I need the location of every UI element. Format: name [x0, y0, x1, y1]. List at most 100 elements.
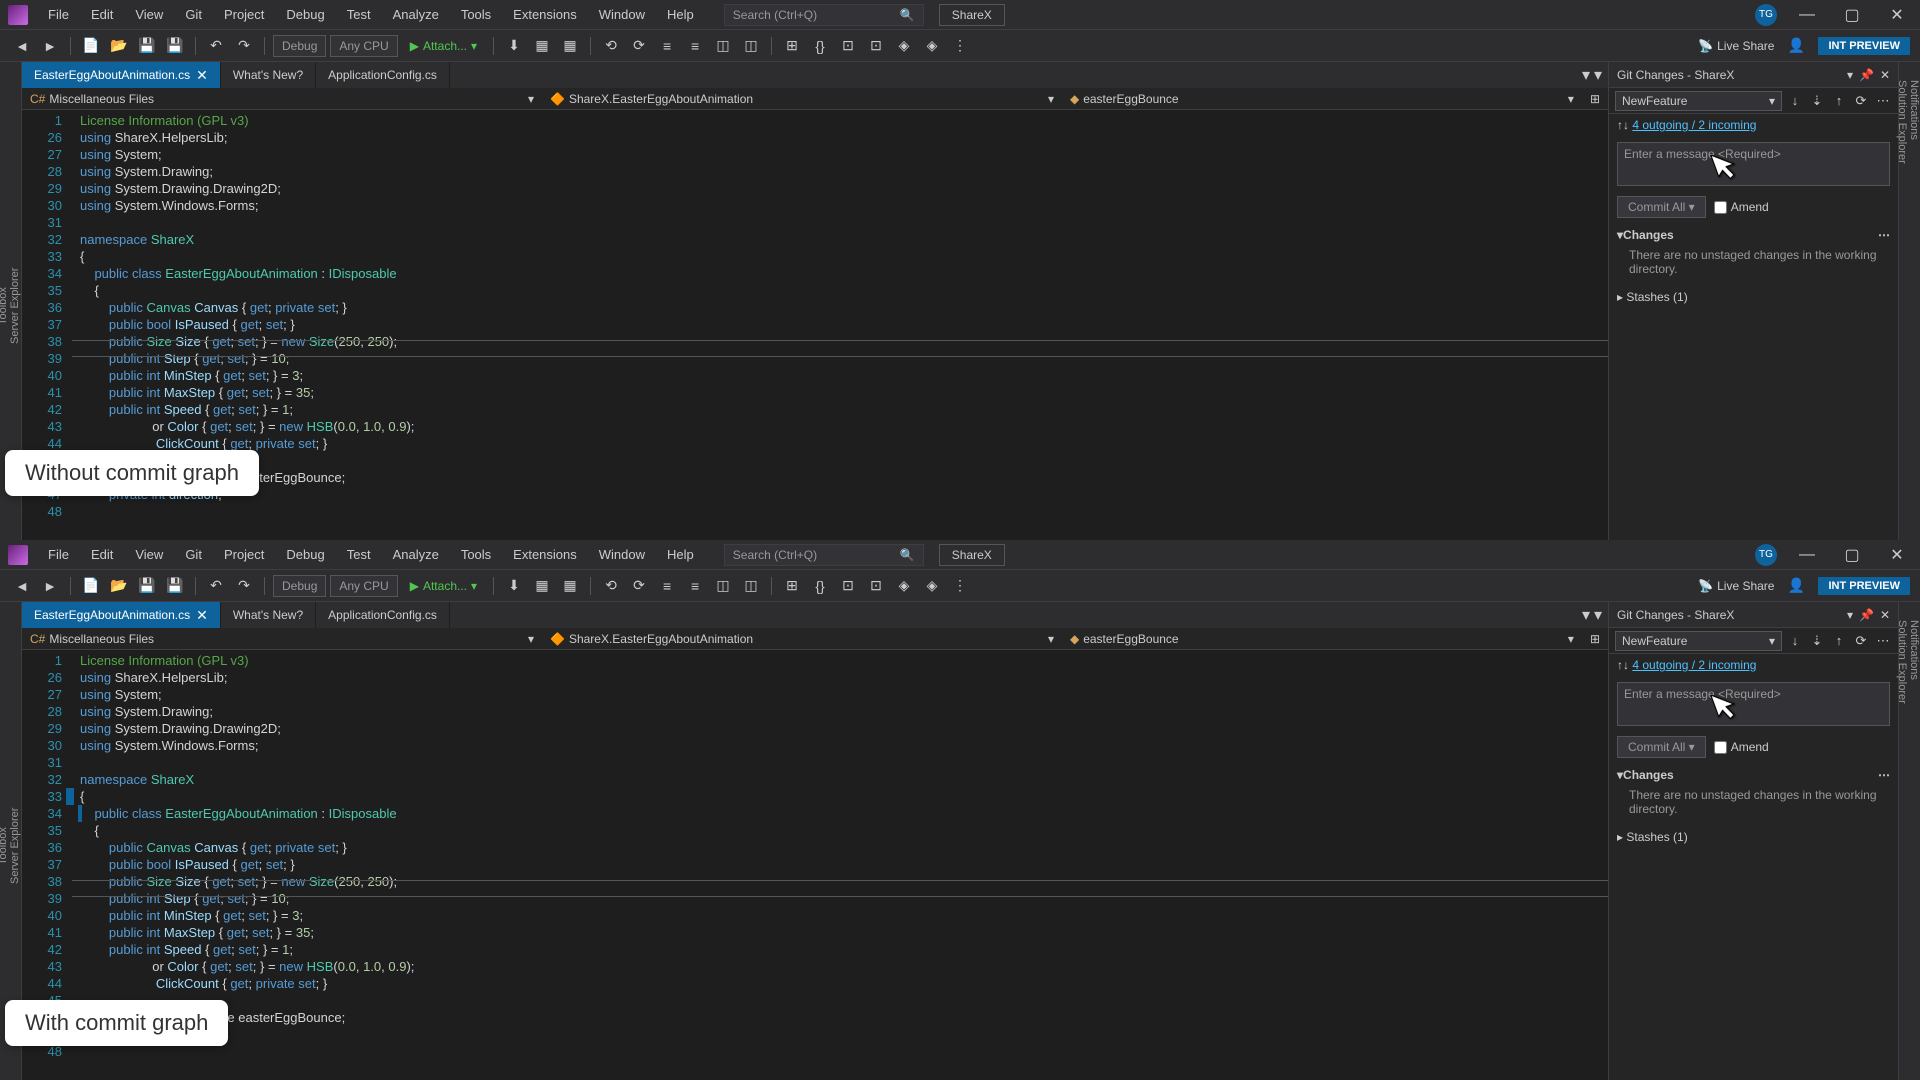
new-file-icon[interactable]: 📄	[79, 574, 103, 598]
menu-file[interactable]: File	[38, 543, 79, 566]
close-panel-icon[interactable]: ✕	[1880, 608, 1890, 622]
tab-what-s-new-[interactable]: What's New?	[221, 602, 316, 628]
amend-checkbox[interactable]: Amend	[1714, 200, 1769, 214]
tab-add-icon[interactable]: ▾	[1594, 65, 1602, 85]
feedback-icon[interactable]: 👤	[1784, 34, 1808, 58]
tb-icon-1[interactable]: ⬇	[502, 574, 526, 598]
changes-section[interactable]: ▾ Changes ⋯	[1609, 762, 1898, 788]
menu-file[interactable]: File	[38, 3, 79, 26]
menu-analyze[interactable]: Analyze	[383, 3, 449, 26]
push-icon[interactable]: ↑	[1830, 93, 1848, 109]
notifications-tab[interactable]: Notifications	[1908, 80, 1920, 532]
redo-icon[interactable]: ↷	[232, 574, 256, 598]
sync-link[interactable]: 4 outgoing / 2 incoming	[1632, 118, 1756, 132]
tb-icon-8[interactable]: ◫	[711, 34, 735, 58]
close-icon[interactable]: ✕	[1882, 545, 1912, 565]
menu-debug[interactable]: Debug	[276, 543, 334, 566]
code-editor[interactable]: 1262728293031323334353637383940414243444…	[22, 650, 1608, 1080]
tb-icon-7[interactable]: ≡	[683, 574, 707, 598]
sync-icon[interactable]: ⟳	[1852, 93, 1870, 109]
tb-icon-7[interactable]: ≡	[683, 34, 707, 58]
split-icon[interactable]: ⊞	[1582, 628, 1608, 649]
feedback-icon[interactable]: 👤	[1784, 574, 1808, 598]
config-dropdown[interactable]: Debug	[273, 35, 326, 57]
menu-view[interactable]: View	[125, 3, 173, 26]
menu-edit[interactable]: Edit	[81, 543, 123, 566]
right-tool-strip[interactable]: Notifications Solution Explorer	[1898, 602, 1920, 1080]
live-share-button[interactable]: 📡 Live Share	[1698, 579, 1774, 593]
save-icon[interactable]: 💾	[135, 574, 159, 598]
menu-view[interactable]: View	[125, 543, 173, 566]
menu-test[interactable]: Test	[337, 543, 381, 566]
menu-window[interactable]: Window	[589, 543, 655, 566]
commit-message-input[interactable]: Enter a message <Required>	[1617, 142, 1890, 186]
changes-more-icon[interactable]: ⋯	[1878, 768, 1890, 782]
attach-button[interactable]: ▶ Attach... ▾	[402, 37, 485, 55]
search-input[interactable]: Search (Ctrl+Q) 🔍	[724, 4, 924, 26]
minimize-icon[interactable]: —	[1792, 545, 1822, 565]
tb-icon-5[interactable]: ⟳	[627, 574, 651, 598]
tb-icon-12[interactable]: ⊡	[836, 574, 860, 598]
amend-checkbox[interactable]: Amend	[1714, 740, 1769, 754]
tb-icon-14[interactable]: ◈	[892, 34, 916, 58]
tb-icon-8[interactable]: ◫	[711, 574, 735, 598]
tb-icon-11[interactable]: {}	[808, 34, 832, 58]
tb-icon-14[interactable]: ◈	[892, 574, 916, 598]
tb-icon-11[interactable]: {}	[808, 574, 832, 598]
nav-back-icon[interactable]: ◄	[10, 574, 34, 598]
menu-window[interactable]: Window	[589, 3, 655, 26]
menu-git[interactable]: Git	[175, 543, 212, 566]
menu-help[interactable]: Help	[657, 3, 704, 26]
bc-project[interactable]: C# Miscellaneous Files ▾	[22, 88, 542, 109]
nav-fwd-icon[interactable]: ►	[38, 574, 62, 598]
bc-project[interactable]: C# Miscellaneous Files ▾	[22, 628, 542, 649]
menu-extensions[interactable]: Extensions	[503, 543, 587, 566]
tb-icon-10[interactable]: ⊞	[780, 34, 804, 58]
code-content[interactable]: License Information (GPL v3)using ShareX…	[72, 110, 1608, 540]
right-tool-strip[interactable]: Notifications Solution Explorer	[1898, 62, 1920, 540]
tb-icon-16[interactable]: ⋮	[948, 34, 972, 58]
menu-debug[interactable]: Debug	[276, 3, 334, 26]
more-icon[interactable]: ⋯	[1874, 93, 1892, 109]
stashes-section[interactable]: ▸ Stashes (1)	[1609, 824, 1898, 850]
tb-icon-9[interactable]: ◫	[739, 34, 763, 58]
code-editor[interactable]: 1262728293031323334353637383940414243444…	[22, 110, 1608, 540]
close-icon[interactable]: ✕	[1882, 5, 1912, 25]
tb-icon-10[interactable]: ⊞	[780, 574, 804, 598]
tb-icon-15[interactable]: ◈	[920, 34, 944, 58]
branch-selector[interactable]: NewFeature▾	[1615, 91, 1782, 111]
tb-icon-13[interactable]: ⊡	[864, 34, 888, 58]
changes-section[interactable]: ▾ Changes ⋯	[1609, 222, 1898, 248]
fetch-icon[interactable]: ↓	[1786, 633, 1804, 649]
nav-fwd-icon[interactable]: ►	[38, 34, 62, 58]
commit-message-input[interactable]: Enter a message <Required>	[1617, 682, 1890, 726]
tb-icon-5[interactable]: ⟳	[627, 34, 651, 58]
nav-back-icon[interactable]: ◄	[10, 34, 34, 58]
live-share-button[interactable]: 📡 Live Share	[1698, 39, 1774, 53]
tb-icon-12[interactable]: ⊡	[836, 34, 860, 58]
menu-git[interactable]: Git	[175, 3, 212, 26]
tb-icon-16[interactable]: ⋮	[948, 574, 972, 598]
search-input[interactable]: Search (Ctrl+Q) 🔍	[724, 544, 924, 566]
tab-overflow-icon[interactable]: ▾	[1582, 65, 1590, 85]
sync-link[interactable]: 4 outgoing / 2 incoming	[1632, 658, 1756, 672]
menu-tools[interactable]: Tools	[451, 3, 501, 26]
split-icon[interactable]: ⊞	[1582, 88, 1608, 109]
changes-more-icon[interactable]: ⋯	[1878, 228, 1890, 242]
undo-icon[interactable]: ↶	[204, 574, 228, 598]
tab-close-icon[interactable]: ✕	[196, 607, 208, 624]
stashes-section[interactable]: ▸ Stashes (1)	[1609, 284, 1898, 310]
tb-icon-3[interactable]: ▦	[558, 34, 582, 58]
tb-icon-13[interactable]: ⊡	[864, 574, 888, 598]
menu-edit[interactable]: Edit	[81, 3, 123, 26]
close-panel-icon[interactable]: ✕	[1880, 68, 1890, 82]
user-avatar[interactable]: TG	[1755, 544, 1777, 566]
bc-member[interactable]: ◆ easterEggBounce ▾	[1062, 628, 1582, 649]
solution-name-button[interactable]: ShareX	[939, 4, 1005, 26]
notifications-tab[interactable]: Notifications	[1908, 620, 1920, 1072]
save-all-icon[interactable]: 💾	[163, 574, 187, 598]
redo-icon[interactable]: ↷	[232, 34, 256, 58]
user-avatar[interactable]: TG	[1755, 4, 1777, 26]
menu-extensions[interactable]: Extensions	[503, 3, 587, 26]
config-dropdown[interactable]: Debug	[273, 575, 326, 597]
